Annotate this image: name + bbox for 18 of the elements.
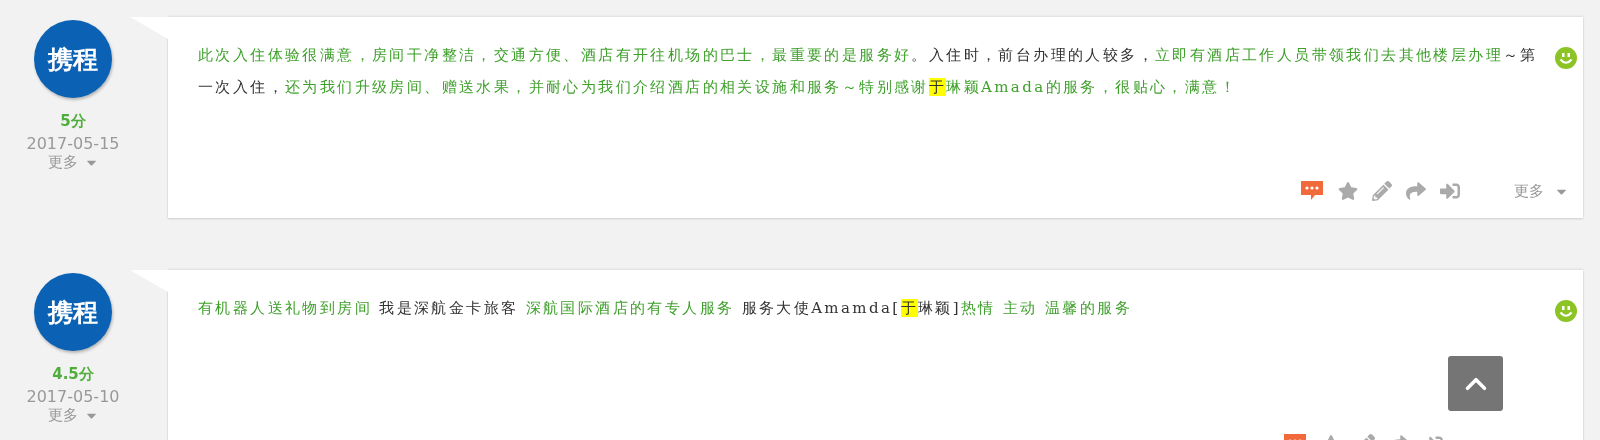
site-logo: 携程 bbox=[34, 273, 112, 351]
review-text: 有机器人送礼物到房间 我是深航金卡旅客 深航国际酒店的有专人服务 服务大使Amamda[于琳颖]热情 主动 温馨的服务 bbox=[198, 298, 1133, 319]
review-score: 5分 bbox=[60, 112, 86, 131]
smiley-icon bbox=[1555, 300, 1577, 322]
back-to-top-button[interactable] bbox=[1448, 356, 1503, 411]
more-button[interactable]: 更多 bbox=[47, 153, 99, 172]
pencil-icon[interactable] bbox=[1372, 181, 1392, 201]
site-logo: 携程 bbox=[34, 20, 112, 98]
review-score: 4.5分 bbox=[52, 365, 94, 384]
more-button[interactable]: 更多 bbox=[47, 406, 99, 425]
share-icon[interactable] bbox=[1406, 181, 1426, 201]
comment-icon[interactable] bbox=[1300, 180, 1324, 202]
review-date: 2017-05-10 bbox=[26, 387, 120, 406]
star-icon[interactable] bbox=[1338, 181, 1358, 201]
review-date: 2017-05-15 bbox=[26, 134, 120, 153]
sign-in-icon[interactable] bbox=[1440, 181, 1460, 201]
more-button[interactable]: 更多 bbox=[1514, 181, 1569, 201]
smiley-icon bbox=[1555, 47, 1577, 69]
